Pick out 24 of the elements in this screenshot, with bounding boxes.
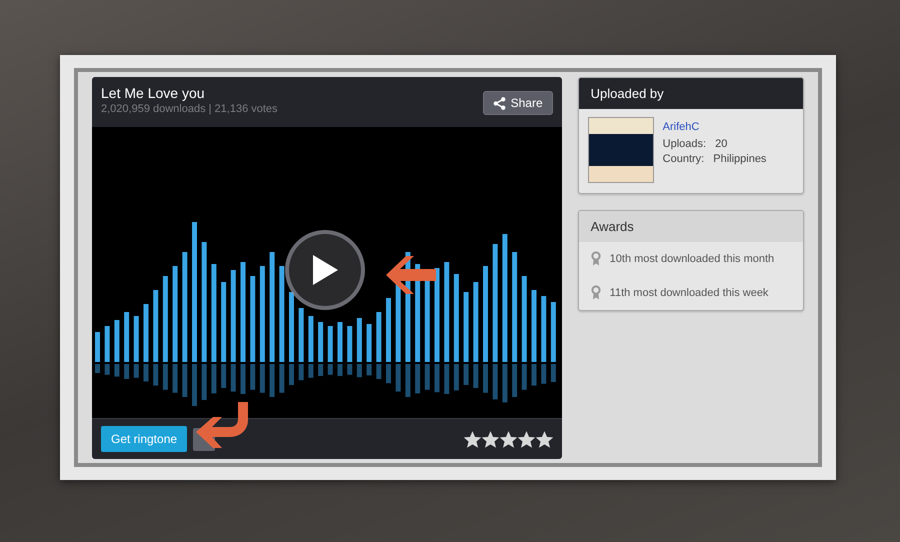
award-ribbon-icon — [590, 285, 601, 300]
award-ribbon-icon — [590, 251, 601, 266]
star-icon[interactable] — [464, 430, 481, 448]
track-title: Let Me Love you — [101, 85, 206, 101]
track-stats: 2,020,959 downloads | 21,136 votes — [101, 103, 278, 115]
share-button[interactable]: Share — [482, 91, 553, 115]
uploader-link[interactable]: ArifehC — [662, 121, 700, 133]
star-icon[interactable] — [500, 430, 517, 448]
left-arrow-icon — [384, 254, 438, 296]
star-icon[interactable] — [482, 430, 499, 448]
award-text: 10th most downloaded this month — [610, 252, 774, 264]
star-icon[interactable] — [536, 430, 553, 448]
field-label: Uploads: — [662, 138, 706, 150]
get-ringtone-button[interactable]: Get ringtone — [101, 426, 188, 452]
uploader-thumbnail — [588, 117, 654, 183]
field-value: 20 — [715, 138, 728, 150]
star-icon[interactable] — [518, 430, 535, 448]
play-icon — [310, 253, 340, 287]
field-label: Country: — [662, 153, 704, 165]
card-heading: Uploaded by — [578, 78, 803, 109]
field-value: Philippines — [713, 153, 766, 165]
share-icon — [492, 96, 506, 110]
card-heading: Awards — [578, 211, 803, 242]
award-text: 11th most downloaded this week — [610, 286, 768, 298]
